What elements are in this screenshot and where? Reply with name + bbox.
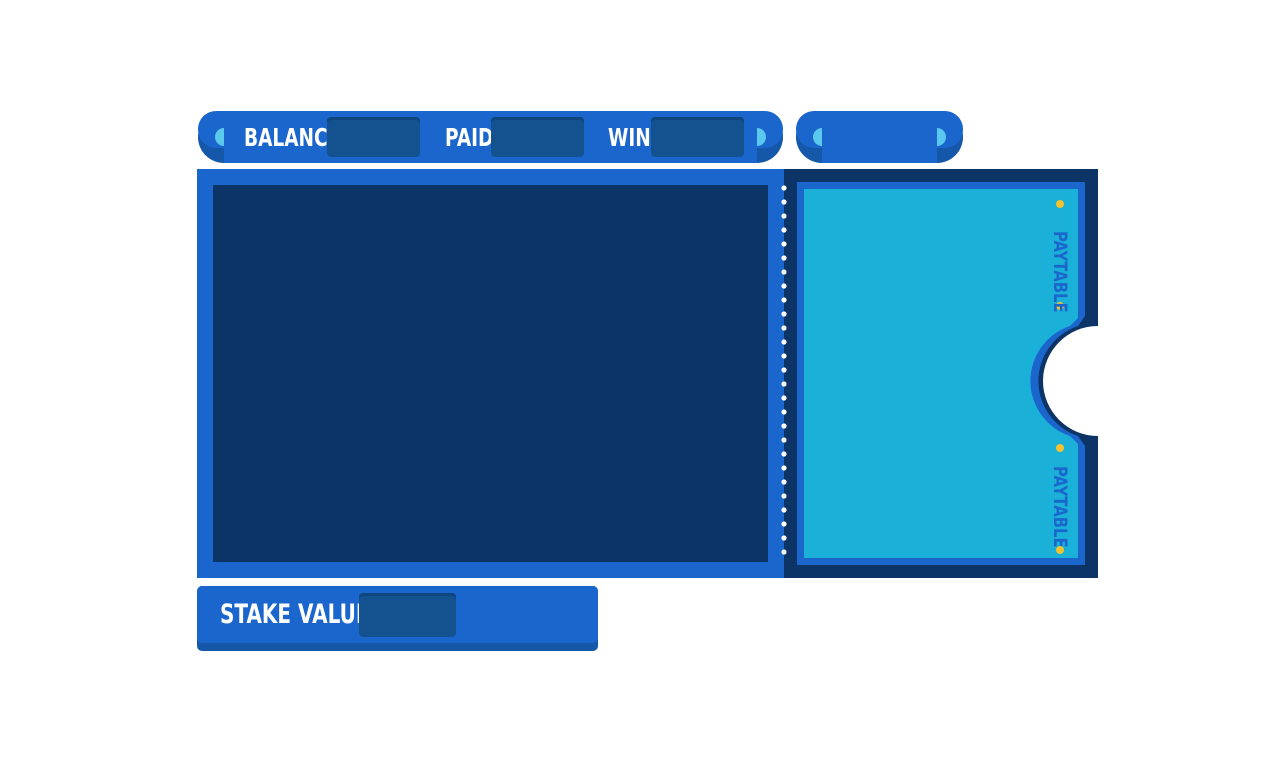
perforation-dot (781, 381, 787, 387)
perforation-dot (781, 311, 787, 317)
paytable-tab-bottom[interactable]: PAYTABLE (1049, 466, 1071, 548)
perforation-dot (781, 367, 787, 373)
perforation-dot (781, 507, 787, 513)
perforation-dot (781, 213, 787, 219)
perforation-dot (781, 549, 787, 555)
perforation-dot (781, 297, 787, 303)
perforation-dot (781, 255, 787, 261)
win-value-box (651, 117, 744, 157)
perforation-dot (781, 493, 787, 499)
perforation-dot (781, 283, 787, 289)
win-label: WIN (608, 123, 651, 152)
perforation-dot (781, 521, 787, 527)
perforation-dot (781, 199, 787, 205)
perforation-dot (781, 451, 787, 457)
perforation-dot (781, 479, 787, 485)
perforation-dot (781, 353, 787, 359)
balance-value-box (327, 117, 420, 157)
paid-value-box (491, 117, 584, 157)
perforation-dot (781, 437, 787, 443)
perforation-dot (781, 339, 787, 345)
side-pill-value-area[interactable] (822, 117, 937, 157)
perforation-dot (781, 423, 787, 429)
perforation-dot (781, 465, 787, 471)
paytable-bottom-label: PAYTABLE (1049, 466, 1071, 548)
perforation-dot (781, 535, 787, 541)
perforation-dot (781, 185, 787, 191)
perforation-dot (781, 325, 787, 331)
perforation-dot (781, 241, 787, 247)
perforation-dot (781, 269, 787, 275)
paid-label: PAID (445, 123, 494, 152)
paytable-tab-top[interactable]: PAYTABLE (1049, 231, 1071, 313)
stake-value-label: STAKE VALUE (220, 599, 370, 630)
perforation-dot (781, 395, 787, 401)
perforation-dot (781, 409, 787, 415)
stake-value-box[interactable] (359, 593, 456, 637)
balance-label: BALANCE (244, 123, 341, 152)
game-display-area[interactable] (213, 185, 768, 562)
perforation-dot (781, 227, 787, 233)
paytable-top-label: PAYTABLE (1049, 231, 1071, 313)
